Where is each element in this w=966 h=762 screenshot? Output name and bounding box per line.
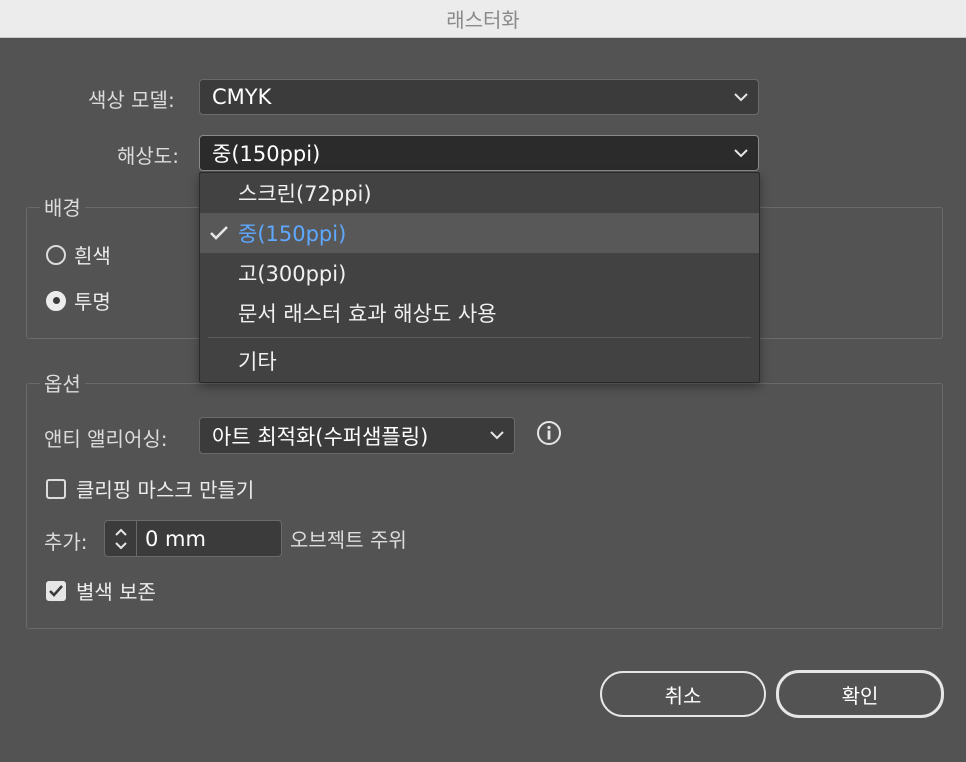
menu-item-label: 스크린(72ppi) — [238, 182, 372, 206]
menu-item-screen[interactable]: 스크린(72ppi) — [200, 173, 759, 213]
window-title: 래스터화 — [446, 8, 520, 32]
resolution-select[interactable]: 중(150ppi) — [199, 135, 759, 171]
antialias-value: 아트 최적화(수퍼샘플링) — [212, 424, 429, 449]
chevron-down-icon — [724, 148, 758, 158]
menu-item-high[interactable]: 고(300ppi) — [200, 253, 759, 293]
title-bar: 래스터화 — [0, 0, 966, 38]
menu-item-label: 기타 — [238, 350, 277, 374]
antialias-label: 앤티 앨리어싱: — [44, 427, 168, 451]
color-model-label: 색상 모델: — [88, 88, 175, 112]
cancel-button[interactable]: 취소 — [600, 671, 766, 717]
add-value: 0 mm — [145, 526, 206, 551]
color-model-value: CMYK — [212, 85, 272, 109]
radio-white-indicator[interactable] — [46, 244, 66, 265]
menu-item-document-resolution[interactable]: 문서 래스터 효과 해상도 사용 — [200, 293, 759, 333]
options-legend: 옵션 — [40, 368, 85, 397]
menu-item-label: 고(300ppi) — [238, 262, 347, 286]
radio-transparent-indicator[interactable] — [46, 290, 66, 311]
checkmark-icon — [208, 223, 230, 243]
checkmark-icon — [49, 584, 63, 597]
clipping-mask-checkbox[interactable]: 클리핑 마스크 만들기 — [46, 474, 254, 503]
resolution-label: 해상도: — [117, 144, 179, 168]
menu-item-label: 중(150ppi) — [238, 222, 347, 246]
background-transparent-radio[interactable]: 투명 — [46, 286, 111, 315]
resolution-menu: 스크린(72ppi) 중(150ppi) 고(300ppi) 문서 래스터 효과… — [199, 172, 760, 383]
background-transparent-label: 투명 — [74, 290, 111, 314]
background-legend: 배경 — [40, 192, 85, 221]
chevron-down-icon — [480, 431, 514, 440]
info-icon[interactable] — [536, 420, 562, 446]
antialias-select[interactable]: 아트 최적화(수퍼샘플링) — [199, 417, 515, 454]
color-model-select[interactable]: CMYK — [199, 79, 759, 115]
preserve-spot-box[interactable] — [46, 580, 66, 601]
clipping-mask-box[interactable] — [46, 478, 66, 499]
preserve-spot-checkbox[interactable]: 별색 보존 — [46, 576, 156, 605]
add-suffix: 오브젝트 주위 — [290, 528, 407, 552]
preserve-spot-label: 별색 보존 — [76, 580, 156, 604]
menu-item-medium[interactable]: 중(150ppi) — [200, 213, 759, 253]
menu-item-label: 문서 래스터 효과 해상도 사용 — [238, 302, 497, 326]
chevron-down-icon — [724, 92, 758, 102]
clipping-mask-label: 클리핑 마스크 만들기 — [76, 478, 255, 502]
stepper-arrows-icon[interactable] — [105, 521, 137, 556]
background-white-label: 흰색 — [74, 244, 111, 268]
background-white-radio[interactable]: 흰색 — [46, 240, 111, 269]
add-label: 추가: — [44, 530, 88, 554]
menu-item-other[interactable]: 기타 — [200, 341, 759, 381]
add-stepper[interactable]: 0 mm — [104, 520, 282, 557]
ok-button[interactable]: 확인 — [776, 670, 944, 718]
menu-separator — [208, 337, 751, 338]
resolution-value: 중(150ppi) — [212, 142, 321, 166]
